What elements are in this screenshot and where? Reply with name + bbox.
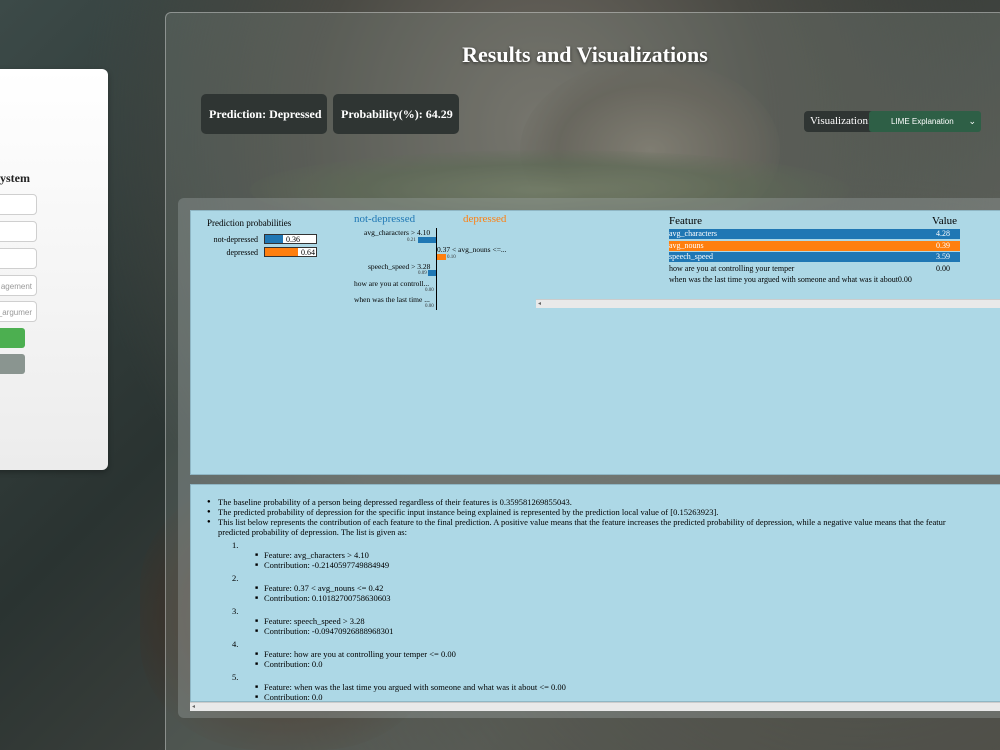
probability-badge: Probability(%): 64.29	[333, 94, 459, 134]
list-item-feature: Feature: how are you at controlling your…	[207, 649, 1000, 660]
table-row: when was the last time you argued with s…	[669, 275, 999, 285]
table-cell-value: 3.59	[936, 252, 950, 261]
list-number: 3.	[232, 606, 239, 616]
legend-depressed: depressed	[463, 213, 507, 225]
list-item-contribution: Contribution: 0.10182700758630603	[207, 593, 1000, 604]
list-item-feature: Feature: avg_characters > 4.10	[207, 550, 1000, 561]
table-cell-feature: avg_nouns	[669, 241, 704, 250]
table-cell-value: 0.00	[897, 275, 912, 284]
legend-not-depressed: not-depressed	[354, 213, 416, 225]
visualization-label: Visualization:	[804, 111, 878, 132]
list-item-contribution: Contribution: -0.09470926888968301	[207, 626, 1000, 637]
feature-weight: 0.00	[425, 288, 434, 293]
form-field-1[interactable]	[0, 194, 37, 215]
feature-label: when was the last time ...	[354, 295, 430, 304]
list-number: 4.	[232, 639, 239, 649]
table-cell-value: 0.00	[936, 264, 950, 273]
feature-weight: 0.09	[418, 271, 427, 276]
explanation-text: The baseline probability of a person bei…	[207, 497, 1000, 703]
form-title: ystem	[0, 171, 30, 185]
class-label-depressed: depressed	[226, 248, 258, 257]
prob-value-depressed: 0.64	[301, 248, 315, 257]
feature-weight: 0.00	[425, 304, 434, 309]
table-cell-value: 4.28	[936, 229, 950, 238]
explanation-bullet: The baseline probability of a person bei…	[207, 497, 1000, 507]
table-row: avg_characters 4.28	[669, 229, 960, 239]
scroll-left-icon: ◂	[192, 704, 196, 710]
feature-weight: 0.10	[447, 255, 456, 260]
reset-button[interactable]	[0, 354, 25, 374]
table-row: speech_speed 3.59	[669, 252, 960, 262]
list-item-feature: Feature: when was the last time you argu…	[207, 682, 1000, 693]
table-cell-value: 0.39	[936, 241, 950, 250]
feature-label: how are you at controll...	[354, 279, 430, 288]
feature-weight: 0.21	[407, 238, 416, 243]
list-number: 2.	[232, 573, 239, 583]
table-cell-feature: speech_speed	[669, 252, 713, 261]
explanation-bullet-continued: predicted probability of depression. The…	[218, 527, 407, 537]
list-item-contribution: Contribution: 0.0	[207, 659, 1000, 670]
list-item-contribution: Contribution: 0.0	[207, 692, 1000, 703]
feature-chart-axis	[436, 228, 437, 310]
form-field-2[interactable]	[0, 221, 37, 242]
chevron-down-icon: ⌄	[968, 116, 976, 126]
table-header-feature: Feature	[669, 215, 702, 227]
class-label-not-depressed: not-depressed	[213, 235, 258, 244]
visualization-select-value: LIME Explanation	[891, 117, 954, 126]
feature-label: 0.37 < avg_nouns <=...	[437, 245, 507, 254]
prob-bar-not-depressed: 0.36	[264, 234, 317, 244]
prob-bar-depressed: 0.64	[264, 247, 317, 257]
lime-visual-scrollbar[interactable]: ◂	[536, 299, 1000, 308]
feature-bar	[418, 237, 436, 243]
explanation-bullet: This list below represents the contribut…	[207, 517, 1000, 527]
feature-bar	[437, 254, 446, 260]
table-cell-feature: when was the last time you argued with s…	[669, 275, 898, 284]
table-cell-feature: avg_characters	[669, 229, 717, 238]
page-title: Results and Visualizations	[462, 42, 708, 67]
list-item-contribution: Contribution: -0.2140597749884949	[207, 560, 1000, 571]
visualization-select[interactable]: LIME Explanation ⌄	[869, 111, 981, 132]
feature-label: speech_speed > 3.28	[368, 262, 431, 271]
table-row: avg_nouns 0.39	[669, 241, 960, 251]
feature-bar	[428, 270, 436, 276]
prob-value-not-depressed: 0.36	[286, 235, 300, 244]
form-field-3[interactable]	[0, 248, 37, 269]
form-field-argument[interactable]: _argumer	[0, 301, 37, 322]
list-item-feature: Feature: 0.37 < avg_nouns <= 0.42	[207, 583, 1000, 594]
prob-bar-fill-not-depressed	[265, 235, 284, 243]
scroll-left-icon: ◂	[538, 301, 542, 307]
explanation-bullet: The predicted probability of depression …	[207, 507, 1000, 517]
table-row: how are you at controlling your temper 0…	[669, 264, 960, 274]
list-item-feature: Feature: speech_speed > 3.28	[207, 616, 1000, 627]
table-header-value: Value	[932, 215, 958, 227]
prob-bar-fill-depressed	[265, 248, 298, 256]
pred-prob-title: Prediction probabilities	[207, 218, 292, 228]
list-number: 1.	[232, 540, 239, 550]
input-form-panel: ystem agement _argumer	[0, 69, 108, 470]
submit-button[interactable]	[0, 328, 25, 348]
prediction-badge: Prediction: Depressed	[201, 94, 327, 134]
list-number: 5.	[232, 672, 239, 682]
form-field-temper[interactable]: agement	[0, 275, 37, 296]
table-cell-feature: how are you at controlling your temper	[669, 264, 795, 273]
feature-label: avg_characters > 4.10	[364, 228, 431, 237]
explanation-scrollbar[interactable]: ◂	[190, 702, 1000, 711]
